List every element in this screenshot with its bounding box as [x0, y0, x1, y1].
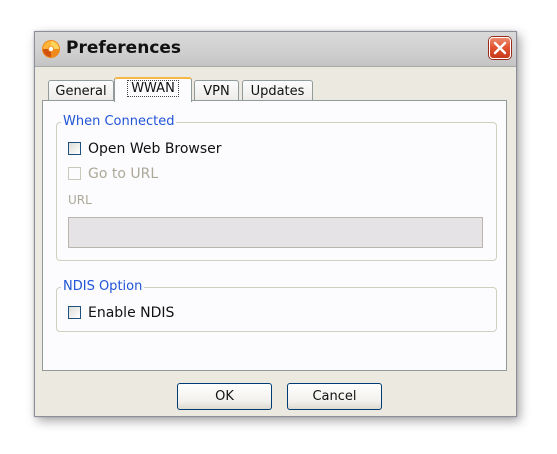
tab-updates[interactable]: Updates [242, 80, 313, 101]
screen: Preferences General WWAN VPN Updates Whe… [0, 0, 557, 454]
enable-ndis-label: Enable NDIS [88, 305, 175, 321]
tab-vpn[interactable]: VPN [194, 80, 239, 101]
tab-vpn-label: VPN [203, 84, 230, 99]
when-connected-group: When Connected Open Web Browser Go to UR… [56, 113, 497, 261]
when-connected-legend: When Connected [61, 113, 177, 131]
window-title: Preferences [66, 38, 182, 58]
go-to-url-option[interactable]: Go to URL [68, 165, 268, 183]
url-input[interactable] [68, 217, 483, 248]
close-icon [493, 41, 507, 55]
url-label: URL [68, 193, 92, 207]
ndis-option-group: NDIS Option Enable NDIS [56, 278, 497, 332]
ndis-option-legend: NDIS Option [61, 278, 145, 296]
tab-wwan-label: WWAN [127, 80, 179, 97]
tab-updates-label: Updates [250, 84, 305, 99]
open-web-browser-checkbox[interactable] [68, 142, 81, 155]
app-logo-icon [41, 39, 61, 59]
enable-ndis-checkbox[interactable] [68, 306, 81, 319]
preferences-dialog: Preferences General WWAN VPN Updates Whe… [34, 31, 517, 417]
close-button[interactable] [489, 37, 511, 59]
tab-panel-wwan: When Connected Open Web Browser Go to UR… [42, 100, 507, 371]
ok-button[interactable]: OK [177, 383, 272, 410]
enable-ndis-option[interactable]: Enable NDIS [68, 304, 228, 322]
tab-wwan[interactable]: WWAN [114, 77, 192, 102]
go-to-url-checkbox[interactable] [68, 167, 81, 180]
title-bar[interactable]: Preferences [35, 32, 516, 67]
tab-general-label: General [55, 84, 107, 99]
open-web-browser-option[interactable]: Open Web Browser [68, 140, 268, 158]
open-web-browser-label: Open Web Browser [88, 141, 222, 157]
go-to-url-label: Go to URL [88, 166, 159, 182]
cancel-button[interactable]: Cancel [287, 383, 382, 410]
tab-general[interactable]: General [48, 80, 114, 101]
